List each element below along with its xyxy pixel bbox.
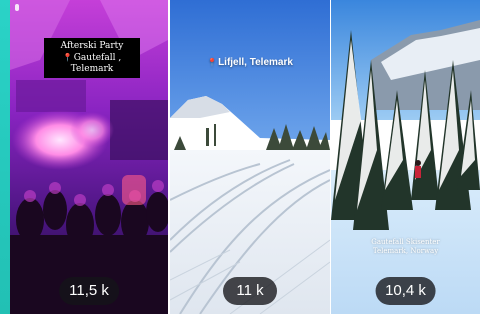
event-label: Afterski Party 📍Gautefall , Telemark bbox=[44, 38, 140, 78]
event-location-text: Gautefall , Telemark bbox=[70, 53, 122, 74]
accent-strip bbox=[0, 0, 10, 314]
ski-track-scene-image bbox=[170, 0, 330, 314]
video-card-gautefall[interactable]: Gautefall Skisenter Telemark, Norway 10,… bbox=[331, 0, 480, 314]
caption-line-1: Gautefall Skisenter bbox=[371, 238, 440, 246]
view-count-badge: 10,4 k bbox=[375, 277, 436, 305]
menu-dot-icon[interactable] bbox=[15, 4, 19, 11]
video-card-lifjell[interactable]: 📍Lifjell, Telemark 11 k bbox=[170, 0, 330, 314]
view-count-badge: 11,5 k bbox=[59, 277, 119, 305]
location-title: 📍Lifjell, Telemark bbox=[170, 57, 330, 68]
event-location: 📍Gautefall , Telemark bbox=[48, 52, 136, 75]
video-card-afterski[interactable]: Afterski Party 📍Gautefall , Telemark 11,… bbox=[10, 0, 168, 314]
snowy-forest-scene-image bbox=[331, 0, 480, 314]
location-caption: Gautefall Skisenter Telemark, Norway bbox=[331, 238, 480, 256]
location-title-text: Lifjell, Telemark bbox=[218, 57, 293, 68]
view-count-badge: 11 k bbox=[223, 277, 277, 305]
location-pin-icon: 📍 bbox=[62, 53, 73, 62]
location-pin-icon: 📍 bbox=[207, 58, 218, 67]
caption-line-2: Telemark, Norway bbox=[372, 247, 439, 255]
event-title: Afterski Party bbox=[60, 41, 124, 51]
